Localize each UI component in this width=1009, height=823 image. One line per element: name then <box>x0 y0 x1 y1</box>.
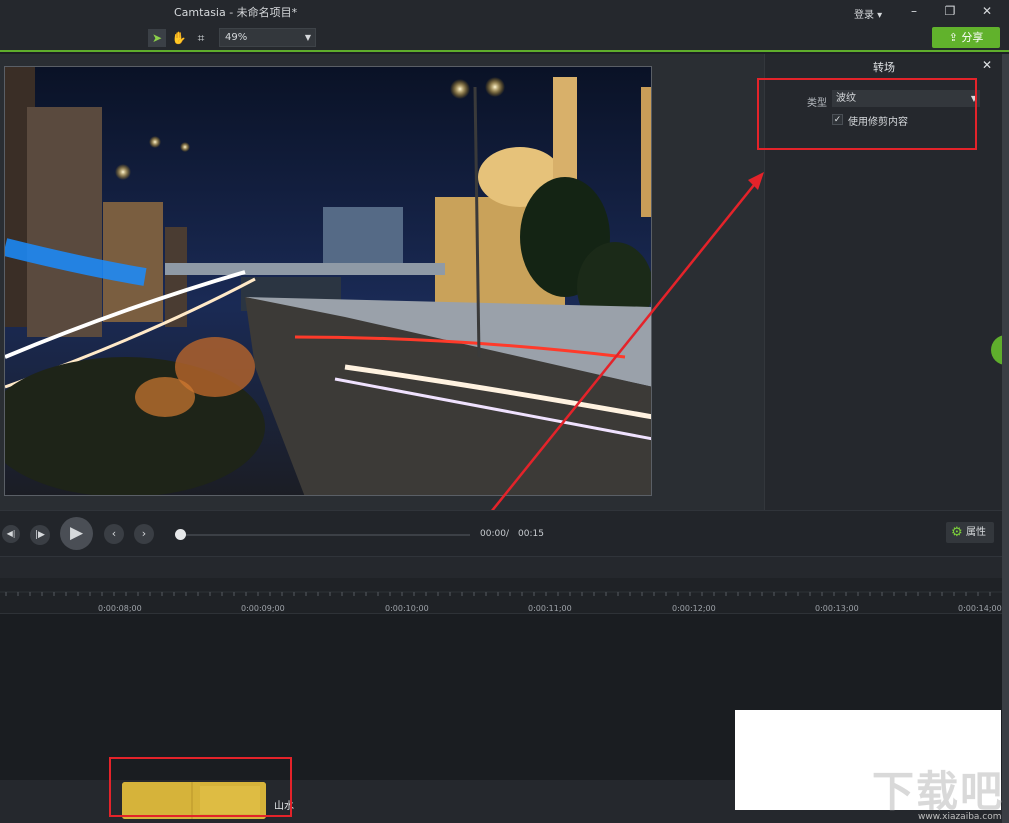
frame-back-icon[interactable]: |▶ <box>30 525 50 545</box>
canvas-toolbar: ➤ ✋ ⌗ 49% ▼ ⇪ 分享 <box>0 24 1009 52</box>
properties-button[interactable]: ⚙ 属性 <box>946 522 994 543</box>
ruler-tick-label: 0:00:10;00 <box>385 604 429 613</box>
ruler-tick-label: 0:00:13;00 <box>815 604 859 613</box>
select-tool-icon[interactable]: ➤ <box>148 29 166 47</box>
share-label: 分享 <box>961 31 984 44</box>
previous-icon[interactable]: ‹ <box>104 524 124 544</box>
close-button[interactable]: ✕ <box>977 3 997 19</box>
minimize-button[interactable]: – <box>904 3 924 19</box>
ruler-tick-label: 0:00:11;00 <box>528 604 572 613</box>
playback-controls: ◀| |▶ ▶ ‹ › 00:00 / 00:15 ⚙ 属性 <box>0 510 1002 556</box>
ruler-tick-label: 0:00:14;00 <box>958 604 1002 613</box>
zoom-dropdown[interactable]: 49% ▼ <box>219 28 316 47</box>
gear-icon: ⚙ <box>951 525 963 540</box>
share-icon: ⇪ <box>948 31 962 44</box>
watermark-url: www.xiazaiba.com <box>918 812 1002 822</box>
title-bar: Camtasia - 未命名项目* 登录 ▾ – ❐ ✕ <box>0 0 1009 24</box>
scrub-handle[interactable] <box>175 529 186 540</box>
right-edge-bar <box>1002 54 1009 823</box>
properties-label: 属性 <box>966 527 986 538</box>
panel-title: 转场 <box>873 61 895 74</box>
time-separator: / <box>506 529 510 539</box>
watermark-logo: 下载吧 <box>872 767 1005 816</box>
ruler-tick-label: 0:00:09;00 <box>241 604 285 613</box>
ruler-tick-label: 0:00:08;00 <box>98 604 142 613</box>
zoom-value: 49% <box>225 32 248 43</box>
play-icon[interactable]: ▶ <box>60 517 93 550</box>
pan-tool-icon[interactable]: ✋ <box>170 29 188 47</box>
annotation-highlight-panel <box>757 78 977 150</box>
total-time: 00:15 <box>518 529 544 539</box>
timeline-toolbar <box>0 556 1002 578</box>
app-title: Camtasia - 未命名项目* <box>174 6 298 19</box>
login-button[interactable]: 登录 ▾ <box>854 6 882 21</box>
restore-button[interactable]: ❐ <box>940 3 960 19</box>
timeline-ruler[interactable]: 0:00:08;00 0:00:09;00 0:00:10;00 0:00:11… <box>0 578 1002 614</box>
night-city-image <box>5 67 651 495</box>
camtasia-window: Camtasia - 未命名项目* 登录 ▾ – ❐ ✕ ➤ ✋ ⌗ 49% ▼… <box>0 0 1009 823</box>
next-icon[interactable]: › <box>134 524 154 544</box>
scrub-track[interactable] <box>180 534 470 536</box>
ruler-tick-label: 0:00:12;00 <box>672 604 716 613</box>
crop-tool-icon[interactable]: ⌗ <box>192 29 210 47</box>
video-preview[interactable] <box>4 66 652 496</box>
step-back-icon[interactable]: ◀| <box>2 525 20 543</box>
annotation-highlight-clip <box>109 757 292 817</box>
close-icon[interactable]: ✕ <box>982 58 992 72</box>
share-button[interactable]: ⇪ 分享 <box>932 27 1000 48</box>
chevron-down-icon: ▼ <box>304 33 311 42</box>
current-time: 00:00 <box>480 529 506 539</box>
